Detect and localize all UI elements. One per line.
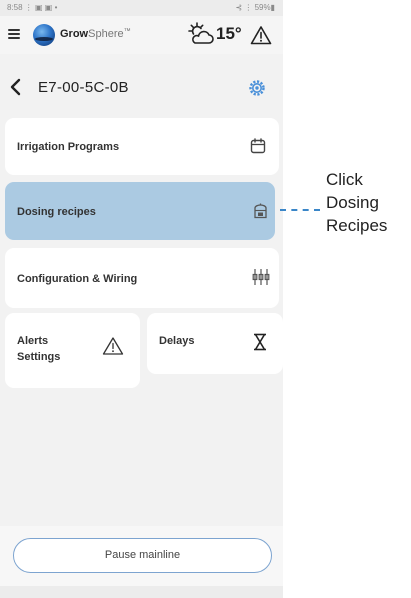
- brand-sphere: Sphere: [88, 28, 124, 40]
- pause-mainline-button[interactable]: Pause mainline: [13, 538, 272, 573]
- brand-trademark: ™: [123, 28, 131, 35]
- bottom-bar: Pause mainline: [0, 526, 283, 586]
- brand-name: GrowSphere™: [60, 28, 131, 40]
- wiring-sliders-icon: [252, 269, 270, 285]
- warning-triangle-icon: [102, 337, 124, 355]
- alerts-label-line2: Settings: [17, 351, 61, 363]
- brand-grow: Grow: [60, 28, 89, 40]
- callout-connector-line: [280, 209, 320, 211]
- dosing-recipes-card[interactable]: Dosing recipes: [5, 182, 275, 240]
- callout-line-3: Recipes: [326, 216, 388, 235]
- hourglass-icon: [254, 333, 266, 351]
- status-bar: 8:58 ⋮ ▣ ▣ • ⊰ ⋮ 59%▮: [0, 0, 283, 16]
- device-id-title: E7-00-5C-0B: [38, 79, 129, 96]
- temperature-readout: 15°: [216, 24, 242, 43]
- warning-triangle-icon[interactable]: [250, 25, 272, 45]
- globe-logo-icon: [33, 24, 55, 46]
- app-header: GrowSphere™ 15°: [0, 16, 283, 54]
- callout-annotation: Click Dosing Recipes: [326, 168, 387, 237]
- irrigation-programs-card[interactable]: Irrigation Programs: [5, 118, 279, 175]
- delays-card[interactable]: Delays: [147, 313, 283, 374]
- sun-cloud-icon[interactable]: [188, 22, 214, 46]
- delays-label: Delays: [159, 335, 195, 347]
- dosing-tank-icon: [254, 203, 267, 219]
- irrigation-programs-label: Irrigation Programs: [17, 141, 120, 153]
- alerts-label-line1: Alerts: [17, 335, 49, 347]
- configuration-wiring-card[interactable]: Configuration & Wiring: [5, 248, 279, 308]
- calendar-icon: [250, 138, 266, 154]
- status-bar-right: ⊰ ⋮ 59%▮: [235, 3, 275, 12]
- configuration-wiring-label: Configuration & Wiring: [17, 273, 138, 285]
- status-bar-left: 8:58 ⋮ ▣ ▣ •: [7, 3, 58, 12]
- phone-screen: 8:58 ⋮ ▣ ▣ • ⊰ ⋮ 59%▮ GrowSphere™ 15° E7…: [0, 0, 283, 598]
- callout-line-2: Dosing: [326, 193, 379, 212]
- menu-icon[interactable]: [8, 29, 20, 39]
- alerts-settings-card[interactable]: Alerts Settings: [5, 313, 140, 388]
- gear-icon[interactable]: [247, 78, 267, 98]
- alerts-settings-label: Alerts Settings: [17, 333, 60, 365]
- callout-line-1: Click: [326, 170, 363, 189]
- bottom-strip: [0, 586, 283, 598]
- dosing-recipes-label: Dosing recipes: [17, 206, 96, 218]
- chevron-left-icon[interactable]: [9, 78, 23, 96]
- device-bar: E7-00-5C-0B: [0, 58, 283, 114]
